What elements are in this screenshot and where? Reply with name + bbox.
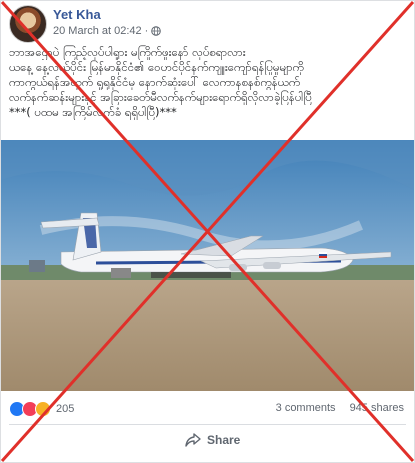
reaction-count: 205 [56, 403, 75, 415]
post-text-line: ဘာအဌောပဲ ကြည့်လုပ်ပါရှုား မကြိုက်ဖူးနော်… [9, 45, 246, 59]
post-text-line: ***( ပထမ အကြိမ်လက်ခံ ရရှိပါပြီ)*** [9, 105, 177, 119]
post-meta: 20 March at 02:42 · [53, 25, 162, 37]
post-card: Yet Kha 20 March at 02:42 · ဘာအဌောပဲ ကြည… [0, 0, 415, 463]
meta-separator: · [144, 25, 149, 37]
comments-count[interactable]: 3 comments [276, 402, 336, 414]
share-label: Share [207, 433, 241, 447]
timestamp[interactable]: 20 March at 02:42 [53, 25, 142, 37]
engagement-counts: 3 comments 945 shares [276, 402, 404, 414]
post-text-line: လက်နက်ဆန်းများနှင့် အခြားခေတ်မီလက်နက်မျာ… [9, 90, 312, 104]
airplane-photo [1, 140, 414, 391]
share-icon [185, 433, 201, 447]
post-text-line: ကာကွယ်ရန်အတွက် ရှုရုနိုင်ငံမှ နောက်ဆုံးပ… [9, 75, 301, 89]
avatar[interactable] [9, 5, 47, 43]
share-button[interactable]: Share [185, 433, 240, 447]
haha-reaction-icon [35, 401, 51, 417]
author-name[interactable]: Yet Kha [53, 7, 101, 22]
divider [9, 424, 406, 425]
post-text-line: ယနေ့ နေ့လယ်ပိုင်း မြန်မာနိုင်ငံ၏ ဝေဟင်ပိ… [9, 60, 304, 74]
reactions-summary[interactable]: 205 [9, 401, 74, 417]
post-photo[interactable] [1, 140, 414, 391]
post-text: ဘာအဌောပဲ ကြည့်လုပ်ပါရှုား မကြိုက်ဖူးနော်… [9, 45, 407, 120]
shares-count[interactable]: 945 shares [350, 402, 404, 414]
post-header: Yet Kha 20 March at 02:42 · [9, 5, 407, 43]
globe-icon [151, 26, 162, 36]
